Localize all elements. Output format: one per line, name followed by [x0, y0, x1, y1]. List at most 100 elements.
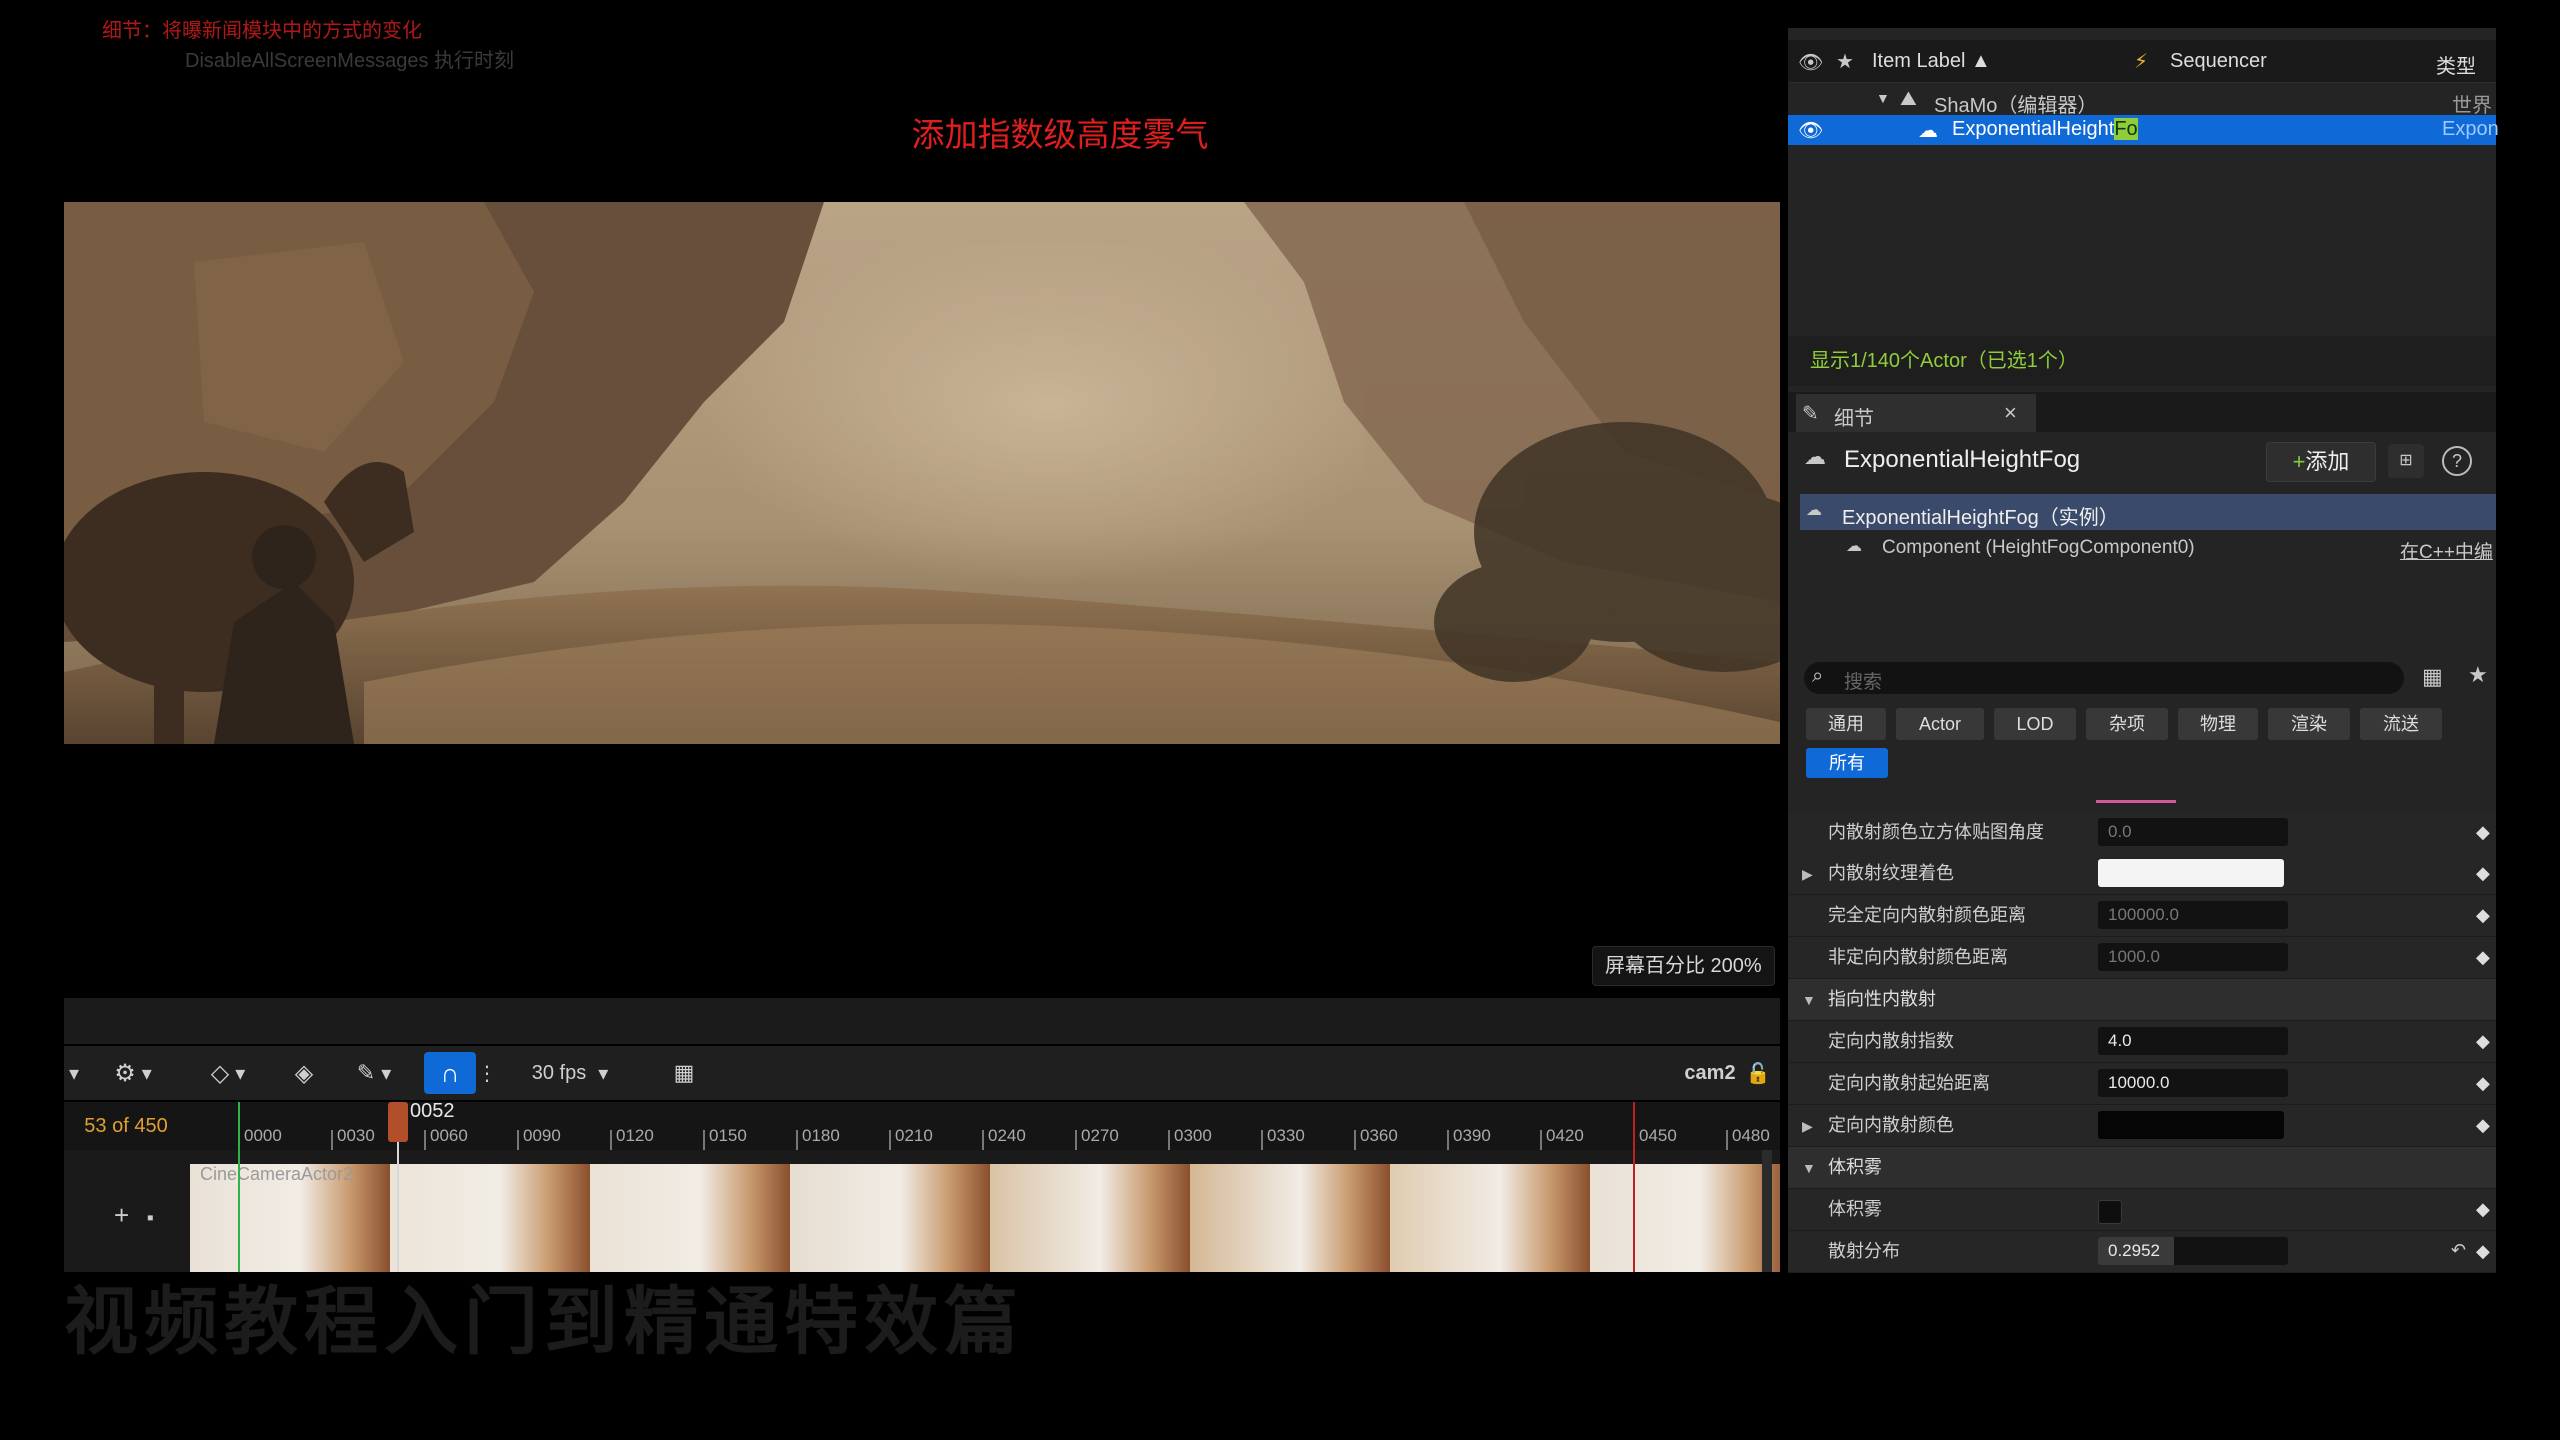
add-key-button[interactable]: ◈ — [284, 1046, 324, 1100]
key-interp-button[interactable]: ◇ ▾ — [198, 1046, 258, 1100]
track-thumbnail — [1190, 1164, 1390, 1272]
filter-button[interactable]: 杂项 — [2086, 708, 2168, 740]
add-component-button[interactable]: +添加 — [2266, 442, 2376, 482]
add-keyframe-icon[interactable]: ◆ — [2476, 1115, 2496, 1135]
checkbox[interactable] — [2098, 1200, 2122, 1224]
more-options-icon[interactable]: ⋮ — [477, 1046, 497, 1100]
add-keyframe-icon[interactable]: ◆ — [2476, 1031, 2496, 1051]
ruler-tick-label: 0330 — [1267, 1126, 1305, 1145]
color-swatch[interactable] — [2098, 1111, 2284, 1139]
ruler-tick — [517, 1130, 519, 1150]
expand-triangle-icon[interactable]: ▶ — [1802, 866, 1813, 883]
camera-track-icon: ▪ — [146, 1207, 154, 1229]
pencil-icon: ✎ — [1802, 403, 1819, 425]
track-label: CineCameraActor2 — [200, 1164, 354, 1184]
add-keyframe-icon[interactable]: ◆ — [2476, 1241, 2496, 1261]
section-label: 指向性内散射 — [1828, 989, 1936, 1009]
property-section[interactable]: ▼ 体积雾 — [1788, 1147, 2496, 1189]
playhead-line — [397, 1142, 399, 1272]
viewport-scene — [64, 202, 1780, 744]
eye-icon[interactable]: 👁 — [1798, 118, 1823, 143]
ruler-tick — [610, 1130, 612, 1150]
curve-editor-button[interactable]: ▦ — [664, 1046, 704, 1100]
star-icon[interactable]: ★ — [2468, 662, 2488, 688]
hierarchy-icon: ⊞ — [2399, 452, 2413, 469]
sequencer-track-area[interactable]: + ▪ CineCameraActor2 — [64, 1150, 1780, 1272]
details-tab[interactable]: ✎ 细节 × — [1796, 394, 2036, 432]
close-icon[interactable]: × — [2004, 400, 2017, 426]
fps-dropdown[interactable]: 30 fps ▾ — [520, 1046, 620, 1100]
chevron-down-icon: ▾ — [381, 1062, 392, 1085]
star-icon[interactable]: ★ — [1836, 49, 1854, 74]
chevron-down-icon: ▾ — [141, 1062, 152, 1085]
add-keyframe-icon[interactable]: ◆ — [2476, 905, 2496, 925]
fog-item-label: ExponentialHeightFo — [1952, 118, 2138, 140]
filter-button[interactable]: 流送 — [2360, 708, 2442, 740]
track-thumbnail — [590, 1164, 790, 1272]
level-viewport[interactable] — [64, 202, 1780, 744]
help-icon[interactable]: ? — [2442, 446, 2472, 476]
outliner-row-root[interactable]: ▼ ⛰ ShaMo（编辑器） 世界场 — [1788, 84, 2496, 146]
add-keyframe-icon[interactable]: ◆ — [2476, 947, 2496, 967]
add-keyframe-icon[interactable]: ◆ — [2476, 1073, 2496, 1093]
ruler-tick — [1354, 1130, 1356, 1150]
col-item-label[interactable]: Item Label ▲ — [1872, 50, 1991, 73]
col-sequencer[interactable]: Sequencer — [2170, 50, 2267, 73]
playhead-handle[interactable] — [388, 1102, 408, 1142]
cpp-link[interactable]: 在C++中编 — [2400, 537, 2493, 564]
reset-icon[interactable]: ↶ — [2451, 1240, 2466, 1261]
frame-counter: 53 of 450 — [84, 1115, 168, 1137]
filter-button[interactable]: LOD — [1994, 708, 2076, 740]
chevron-down-icon: ▾ — [598, 1062, 609, 1085]
transform-settings-button[interactable]: ⚙ ▾ — [102, 1046, 164, 1100]
overlay-caption-gray: DisableAllScreenMessages 执行时刻 — [185, 50, 515, 72]
edit-tool-button[interactable]: ✎ ▾ — [344, 1046, 404, 1100]
filter-all-button[interactable]: 所有 — [1806, 748, 1888, 778]
filter-button[interactable]: 物理 — [2178, 708, 2258, 740]
add-keyframe-icon[interactable]: ◆ — [2476, 1199, 2496, 1219]
property-value-input[interactable]: 4.0 — [2098, 1027, 2288, 1055]
ruler-tick — [889, 1130, 891, 1150]
table-view-icon[interactable]: ▦ — [2422, 664, 2443, 690]
chevron-down-icon[interactable]: ▾ — [64, 1046, 84, 1100]
blueprint-button[interactable]: ⊞ — [2388, 444, 2424, 478]
col-type[interactable]: 类型 — [2436, 50, 2476, 79]
instance-row[interactable]: ☁ ExponentialHeightFog（实例） — [1800, 494, 2496, 530]
property-row: 完全定向内散射颜色距离 100000.0 ◆ — [1788, 895, 2496, 937]
outliner-row-fog[interactable]: 👁 ☁ ExponentialHeightFo Expon — [1788, 115, 2499, 145]
fog-actor-icon: ☁ — [1918, 120, 1938, 142]
property-label: 内散射颜色立方体贴图角度 — [1828, 822, 2044, 842]
eye-icon[interactable]: 👁 — [1798, 50, 1823, 75]
details-tab-label: 细节 — [1834, 408, 1874, 430]
collapse-triangle-icon[interactable]: ▼ — [1802, 992, 1816, 1008]
property-row: ▶ 定向内散射颜色 ◆ — [1788, 1105, 2496, 1147]
sequencer-time-ruler[interactable]: 53 of 450 0000 0030 0060 0090 0120 0150 0180 02… — [64, 1102, 1780, 1150]
add-keyframe-icon[interactable]: ◆ — [2476, 822, 2496, 842]
color-swatch[interactable] — [2098, 859, 2284, 887]
ruler-tick — [1726, 1130, 1728, 1150]
add-keyframe-icon[interactable]: ◆ — [2476, 863, 2496, 883]
snap-toggle-button[interactable]: ∩ — [424, 1052, 476, 1094]
property-value-input[interactable]: 1000.0 — [2098, 943, 2288, 971]
filter-button[interactable]: Actor — [1896, 708, 1984, 740]
unlock-icon[interactable]: 🔓 — [1746, 1046, 1771, 1100]
ruler-tick — [331, 1130, 333, 1150]
property-value-input[interactable]: 0.2952 — [2098, 1237, 2288, 1265]
property-value-input[interactable]: 0.0 — [2098, 818, 2288, 846]
property-value-input[interactable]: 100000.0 — [2098, 901, 2288, 929]
outliner-status: 显示1/140个Actor（已选1个） — [1788, 336, 2496, 386]
ruler-tick-label: 0450 — [1639, 1126, 1677, 1145]
collapse-triangle-icon[interactable]: ▼ — [1802, 1160, 1816, 1176]
search-icon: ⌕ — [1812, 665, 1824, 687]
details-search-input[interactable]: ⌕ 搜索 — [1804, 662, 2404, 694]
filter-button[interactable]: 渲染 — [2268, 708, 2350, 740]
expand-triangle-icon[interactable]: ▶ — [1802, 1118, 1813, 1135]
filter-button[interactable]: 通用 — [1806, 708, 1886, 740]
component-row[interactable]: ☁ Component (HeightFogComponent0) 在C++中编 — [1800, 530, 2496, 566]
ruler-tick — [796, 1130, 798, 1150]
property-section[interactable]: ▼ 指向性内散射 — [1788, 979, 2496, 1021]
track-scrollbar[interactable] — [1762, 1150, 1772, 1272]
collapse-triangle-icon[interactable]: ▼ — [1876, 90, 1890, 106]
property-value-input[interactable]: 10000.0 — [2098, 1069, 2288, 1097]
add-track-button[interactable]: + ▪ — [66, 1200, 246, 1231]
